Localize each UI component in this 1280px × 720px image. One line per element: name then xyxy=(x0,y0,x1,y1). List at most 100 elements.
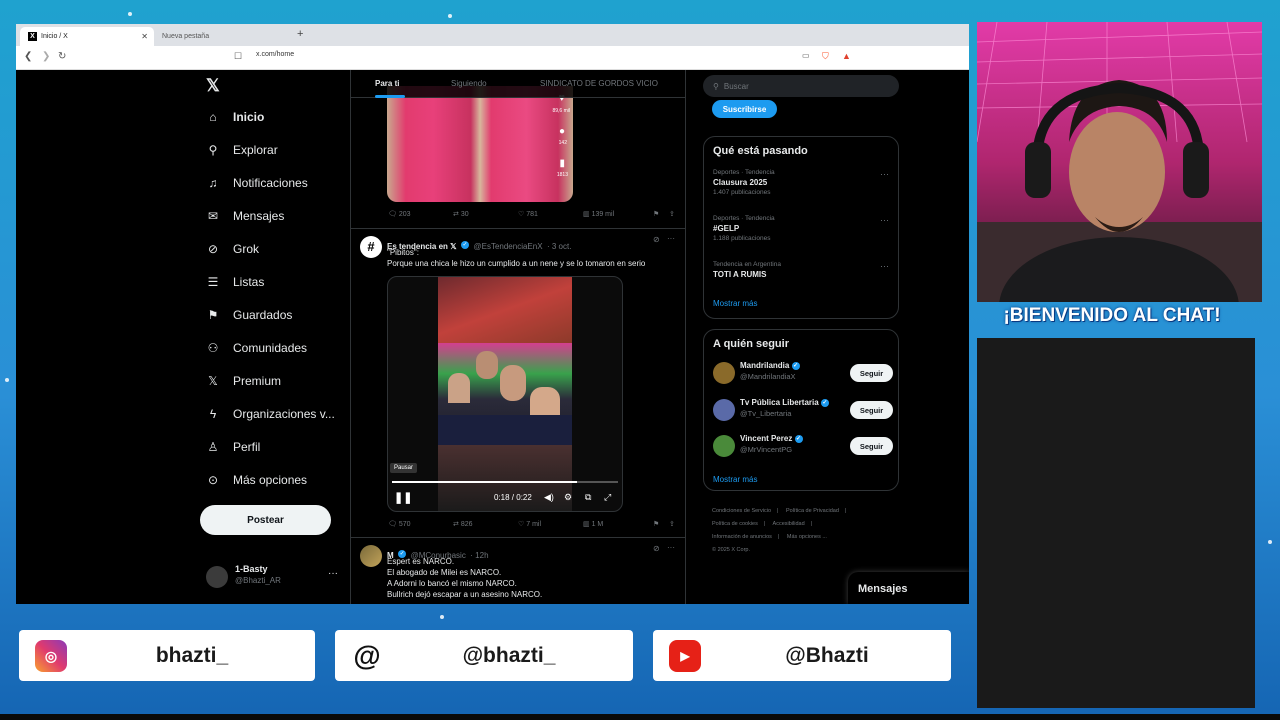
tab-inicio[interactable]: X Inicio / X ✕ xyxy=(20,27,154,46)
bookmark-button[interactable]: ⚑ xyxy=(653,520,659,528)
search-icon: ⚲ xyxy=(713,81,719,91)
tab-sindicato[interactable]: SINDICATO DE GORDOS VICIO xyxy=(540,79,658,88)
follow-button[interactable]: Seguir xyxy=(850,401,893,419)
reply-button[interactable]: 🗨 203 xyxy=(388,210,411,218)
pause-icon[interactable]: ❚❚ xyxy=(394,491,412,504)
footer-link[interactable]: Política de cookies xyxy=(712,521,758,527)
nav-item-explorar[interactable]: ⚲ Explorar xyxy=(206,143,278,157)
reply-count: 203 xyxy=(398,211,411,218)
profile-handle: @Bhazti_AR xyxy=(235,576,281,585)
who-to-follow-title: A quién seguir xyxy=(713,338,789,350)
nav-item-organizaciones[interactable]: ϟ Organizaciones v... xyxy=(206,407,335,421)
footer-link[interactable]: Accesibilidad xyxy=(773,521,805,527)
nav-item-inicio[interactable]: ⌂ Inicio xyxy=(206,110,264,124)
views-button[interactable]: ▥ 1 M xyxy=(583,520,603,528)
video-progress-track[interactable] xyxy=(392,481,618,483)
post-time[interactable]: · 12h xyxy=(470,551,488,560)
search-icon: ⚲ xyxy=(208,143,218,157)
follow-button[interactable]: Seguir xyxy=(850,437,893,455)
x-home-logo-icon[interactable]: 𝕏 xyxy=(206,76,220,96)
messages-drawer[interactable]: Mensajes xyxy=(848,572,969,604)
who-to-follow-panel: A quién seguir Mandrilandia ✓ @Mandrilan… xyxy=(703,329,899,491)
more-icon[interactable]: ··· xyxy=(880,215,889,225)
nav-item-grok[interactable]: ⊘ Grok xyxy=(206,242,259,256)
tab-siguiendo[interactable]: Siguiendo xyxy=(451,79,487,88)
social-threads: @ @bhazti_ xyxy=(335,630,633,681)
trend-item[interactable]: Tendencia en Argentina TOTI A RUMIS ··· xyxy=(713,261,893,279)
repost-button[interactable]: ⇄ 30 xyxy=(453,210,469,218)
back-icon[interactable]: ❮ xyxy=(24,51,32,62)
follow-suggestion[interactable]: Vincent Perez ✓ @MrVincentPG Seguir xyxy=(713,432,893,460)
bookmark-page-icon[interactable]: ☐ xyxy=(234,51,242,62)
nav-item-perfil[interactable]: ♙ Perfil xyxy=(206,440,261,454)
nav-item-guardados[interactable]: ⚑ Guardados xyxy=(206,308,293,322)
footer-link[interactable]: Política de Privacidad xyxy=(786,508,839,514)
video-player[interactable]: Pausar ❚❚ 0:18 / 0:22 ◀) ⚙ ⧉ ⤢ xyxy=(387,276,623,512)
like-button[interactable]: ♡ 781 xyxy=(518,210,538,218)
follow-suggestion[interactable]: Tv Pública Libertaria ✓ @Tv_Libertaria S… xyxy=(713,396,893,424)
show-more-link[interactable]: Mostrar más xyxy=(713,299,757,308)
avatar[interactable]: # xyxy=(360,236,382,258)
subscribe-button[interactable]: Suscribirse xyxy=(712,100,777,118)
view-count: 139 mil xyxy=(591,211,615,218)
nav-item-premium[interactable]: 𝕏 Premium xyxy=(206,374,281,388)
tab-para-ti[interactable]: Para ti xyxy=(375,79,399,88)
sparkle xyxy=(1268,540,1272,544)
fullscreen-icon[interactable]: ⤢ xyxy=(604,492,611,503)
nav-item-mensajes[interactable]: ✉ Mensajes xyxy=(206,209,284,223)
tab-nueva[interactable]: Nueva pestaña xyxy=(154,27,284,46)
more-icon[interactable]: ··· xyxy=(667,543,675,552)
minimize-icon[interactable]: ⧉ xyxy=(585,492,591,503)
grok-icon[interactable]: ⊘ xyxy=(653,544,660,553)
volume-icon[interactable]: ◀) xyxy=(544,492,554,503)
avatar[interactable] xyxy=(360,545,382,567)
bookmark-button[interactable]: ⚑ xyxy=(653,210,659,218)
footer-link[interactable]: Más opciones ... xyxy=(787,534,827,540)
trend-item[interactable]: Deportes · Tendencia Clausura 2025 1.407… xyxy=(713,169,893,196)
follow-button[interactable]: Seguir xyxy=(850,364,893,382)
forward-icon[interactable]: ❯ xyxy=(42,51,50,62)
more-icon[interactable]: ··· xyxy=(880,169,889,179)
author-handle[interactable]: @EsTendenciaEnX xyxy=(473,242,542,251)
post-button[interactable]: Postear xyxy=(200,505,331,535)
new-tab-icon[interactable]: + xyxy=(297,28,303,40)
reply-button[interactable]: 🗨 570 xyxy=(388,520,411,528)
close-tab-icon[interactable]: ✕ xyxy=(141,32,148,41)
reload-icon[interactable]: ↻ xyxy=(58,51,66,62)
share-button[interactable]: ⇪ xyxy=(669,520,675,528)
instagram-icon: ◎ xyxy=(35,640,67,672)
bookmark-icon: ▮ xyxy=(559,158,565,169)
reply-count: 570 xyxy=(398,521,411,528)
brave-shield-icon[interactable]: ⛉ xyxy=(822,51,829,62)
settings-icon[interactable]: ⚙ xyxy=(564,492,572,503)
video-person xyxy=(500,365,526,401)
url-field[interactable]: x.com/home xyxy=(256,51,294,58)
like-button[interactable]: ♡ 7 mil xyxy=(518,520,541,528)
trend-item[interactable]: Deportes · Tendencia #GELP 1.188 publica… xyxy=(713,215,893,242)
more-icon[interactable]: ··· xyxy=(328,568,338,579)
post-image[interactable]: ♥ 89,6 mil ● 142 ▮ 1813 xyxy=(387,86,573,202)
more-circle-icon: ⊙ xyxy=(207,473,219,487)
follow-suggestion[interactable]: Mandrilandia ✓ @MandrilandiaX Seguir xyxy=(713,359,893,387)
more-icon[interactable]: ··· xyxy=(667,234,675,243)
footer-link[interactable]: Condiciones de Servicio xyxy=(712,508,771,514)
post-text: "Pibitos": xyxy=(387,248,419,257)
more-icon[interactable]: ··· xyxy=(880,261,889,271)
share-button[interactable]: ⇪ xyxy=(669,210,675,218)
grok-icon[interactable]: ⊘ xyxy=(653,235,660,244)
nav-item-comunidades[interactable]: ⚇ Comunidades xyxy=(206,341,307,355)
views-button[interactable]: ▥ 139 mil xyxy=(583,210,614,218)
nav-item-notificaciones[interactable]: ♫ Notificaciones xyxy=(206,176,308,190)
trending-title: Qué está pasando xyxy=(713,145,808,157)
post-time[interactable]: · 3 oct. xyxy=(547,242,571,251)
search-input[interactable]: ⚲ Buscar xyxy=(703,75,899,97)
footer-link[interactable]: Información de anuncios xyxy=(712,534,772,540)
show-more-link[interactable]: Mostrar más xyxy=(713,475,757,484)
trend-category: Deportes · Tendencia xyxy=(713,215,775,222)
nav-item-mas-opciones[interactable]: ⊙ Más opciones xyxy=(206,473,307,487)
trending-panel: Qué está pasando Deportes · Tendencia Cl… xyxy=(703,136,899,319)
nav-item-listas[interactable]: ☰ Listas xyxy=(206,275,265,289)
rewards-icon[interactable]: ▲ xyxy=(842,51,851,61)
repost-button[interactable]: ⇄ 826 xyxy=(453,520,473,528)
cast-icon[interactable]: ▭ xyxy=(802,51,810,60)
